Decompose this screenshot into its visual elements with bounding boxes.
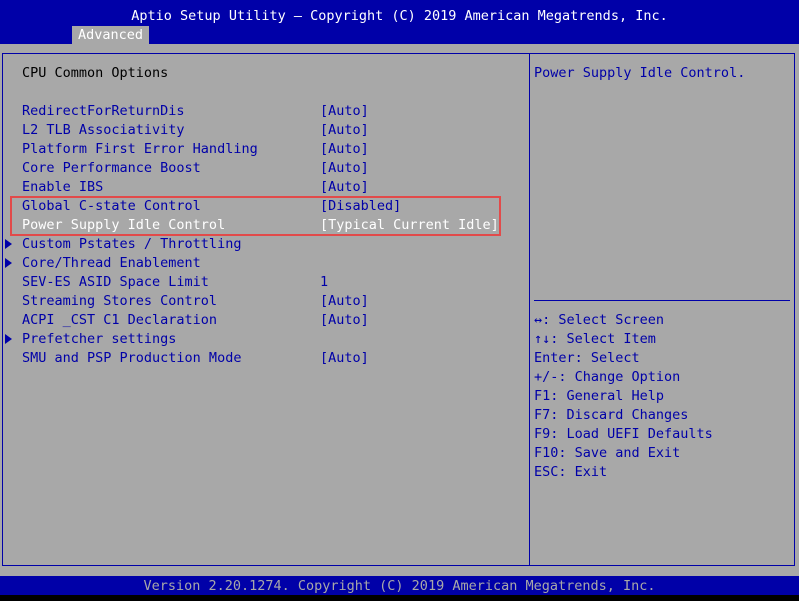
- submenu-core-thread-enablement[interactable]: Core/Thread Enablement: [22, 255, 201, 271]
- setting-enable-ibs[interactable]: Enable IBS: [22, 179, 103, 195]
- key-hint-select-screen: ↔: Select Screen: [534, 312, 665, 328]
- footer-version: Version 2.20.1274. Copyright (C) 2019 Am…: [143, 578, 656, 594]
- key-hint-load-defaults: F9: Load UEFI Defaults: [534, 426, 713, 442]
- setting-acpi-cst-c1-declaration[interactable]: ACPI _CST C1 Declaration: [22, 312, 217, 328]
- section-title: CPU Common Options: [22, 65, 169, 81]
- submenu-custom-pstates-throttling[interactable]: Custom Pstates / Throttling: [22, 236, 241, 252]
- setting-value[interactable]: 1: [320, 274, 328, 290]
- setting-value[interactable]: [Auto]: [320, 141, 369, 157]
- setting-sev-es-asid-space-limit[interactable]: SEV-ES ASID Space Limit: [22, 274, 209, 290]
- submenu-prefetcher-settings[interactable]: Prefetcher settings: [22, 331, 176, 347]
- key-hint-discard-changes: F7: Discard Changes: [534, 407, 689, 423]
- submenu-arrow-icon: [5, 334, 12, 344]
- key-hint-general-help: F1: General Help: [534, 388, 665, 404]
- key-hint-enter: Enter: Select: [534, 350, 640, 366]
- key-hint-select-item: ↑↓: Select Item: [534, 331, 656, 347]
- setting-value[interactable]: [Auto]: [320, 350, 369, 366]
- setting-value[interactable]: [Auto]: [320, 293, 369, 309]
- submenu-arrow-icon: [5, 239, 12, 249]
- setting-l2-tlb-associativity[interactable]: L2 TLB Associativity: [22, 122, 185, 138]
- panel-divider: [529, 53, 530, 566]
- tab-advanced[interactable]: Advanced: [72, 26, 150, 45]
- setting-smu-psp-production-mode[interactable]: SMU and PSP Production Mode: [22, 350, 241, 366]
- help-divider: [534, 300, 790, 301]
- submenu-arrow-icon: [5, 258, 12, 268]
- setting-streaming-stores-control[interactable]: Streaming Stores Control: [22, 293, 217, 309]
- setting-redirect-for-return-dis[interactable]: RedirectForReturnDis: [22, 103, 185, 119]
- setting-platform-first-error-handling[interactable]: Platform First Error Handling: [22, 141, 258, 157]
- setting-value[interactable]: [Auto]: [320, 312, 369, 328]
- setting-value[interactable]: [Auto]: [320, 122, 369, 138]
- setting-core-performance-boost[interactable]: Core Performance Boost: [22, 160, 201, 176]
- setting-value[interactable]: [Auto]: [320, 160, 369, 176]
- setting-value[interactable]: [Auto]: [320, 179, 369, 195]
- help-text: Power Supply Idle Control.: [534, 65, 746, 81]
- window-title: Aptio Setup Utility – Copyright (C) 2019…: [131, 8, 668, 24]
- setting-value[interactable]: [Auto]: [320, 103, 369, 119]
- highlight-box: [10, 196, 501, 236]
- key-hint-save-exit: F10: Save and Exit: [534, 445, 681, 461]
- key-hint-exit: ESC: Exit: [534, 464, 608, 480]
- key-hint-change-option: +/-: Change Option: [534, 369, 681, 385]
